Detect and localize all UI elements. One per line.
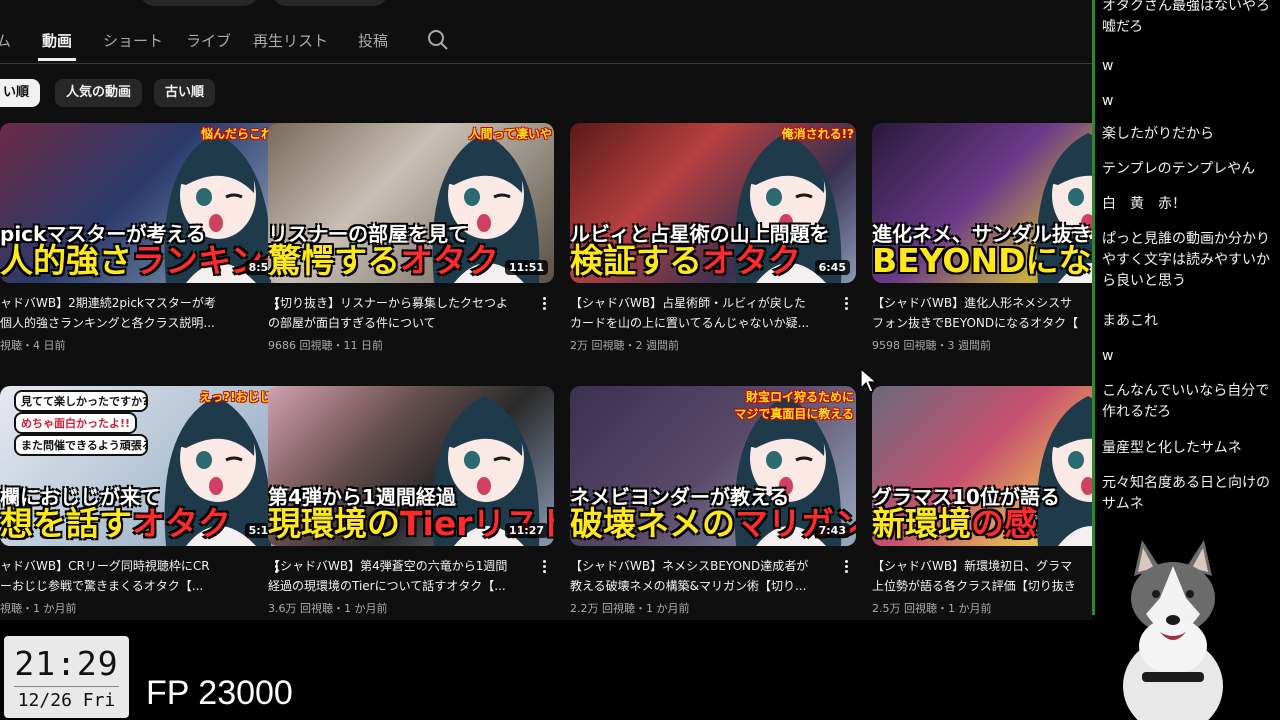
chat-message: w — [1102, 58, 1114, 74]
video-meta: 3.6万 回視聴・1 か月前 — [268, 602, 388, 615]
video-title[interactable]: 【シャドバWB】ネメシスBEYOND達成者が 教える破壊ネメの構築&マリガン術【… — [570, 556, 828, 596]
chat-message: w — [1102, 348, 1114, 364]
video-title[interactable]: 【シャドバWB】占星術師・ルビィが戻した カードを山の上に置いてるんじゃないか疑… — [570, 293, 828, 333]
thumbnail-caption-main: BEYONDになるオ — [872, 241, 1092, 281]
video-card[interactable]: 財宝ロイ狩るために マジで真面目に教える ネメビヨンダーが教える 破壊ネメのマリ… — [570, 386, 856, 616]
clock-widget: 21:29 12/26 Fri — [4, 636, 129, 718]
video-duration: 6:45 — [814, 260, 850, 275]
chip-sort-popular[interactable]: 人気の動画 — [55, 79, 143, 107]
video-meta: 9598 回視聴・3 週間前 — [872, 339, 991, 352]
speech-bubble: また問催できるよう頑張るっす!! — [14, 434, 148, 456]
caption-red: の感 — [971, 504, 1037, 543]
caption-yellow: 新環境 — [872, 504, 971, 543]
video-title[interactable]: ャドバWB】2期連続2pickマスターが考 個人的強さランキングと各クラス説明.… — [0, 293, 258, 333]
video-meta: 視聴・1 か月前 — [0, 602, 77, 615]
tab-posts[interactable]: 投稿 — [358, 30, 388, 51]
video-meta: 2万 回視聴・2 週間前 — [570, 339, 679, 352]
caption-red: オタク — [702, 241, 801, 280]
video-title[interactable]: 【シャドバWB】第4弾蒼空の六竜から1週間 経過の現環境のTierについて話すオ… — [268, 556, 526, 596]
thumbnail-tag: 俺消される!? — [781, 127, 854, 141]
chat-message: ぱっと見誰の動画か分かりやすく文字は読みやすいから良いと思う — [1102, 231, 1270, 289]
video-title[interactable]: 【シャドバWB】進化人形ネメシスサ フォン抜きでBEYONDになるオタク【 — [872, 293, 1092, 333]
chat-message: まあこれ — [1102, 313, 1158, 329]
caption-red: オタク — [400, 241, 499, 280]
caption-yellow: 想を話す — [0, 504, 132, 543]
thumbnail-caption-main: 想を話すオタク — [0, 504, 286, 544]
tab-shorts[interactable]: ショート — [103, 30, 163, 51]
fp-counter: FP 23000 — [146, 674, 293, 712]
video-meta: 9686 回視聴・11 日前 — [268, 339, 383, 352]
chat-message: こんなんでいいなら自分で作れるだろ — [1102, 383, 1270, 420]
chat-message: 量産型と化したサムネ — [1102, 440, 1242, 456]
thumbnail-tag: 財宝ロイ狩るために マジで真面目に教える — [734, 390, 854, 421]
video-title[interactable]: ャドバWB】CRリーグ同時視聴枠にCR ーおじじ参戦で驚きまくるオタク【... — [0, 556, 258, 596]
tab-videos[interactable]: 動画 — [42, 30, 72, 51]
more-options-icon[interactable] — [840, 558, 852, 578]
caption-yellow: 検証する — [570, 241, 702, 280]
chip-sort-oldest[interactable]: 古い順 — [154, 79, 216, 107]
video-thumbnail[interactable]: 俺消される!? ルビィと占星術の山上問題を 検証するオタク 6:45 — [570, 123, 856, 283]
video-thumbnail[interactable]: BEYOND 進化ネメ、サンダル抜き BEYONDになるオ — [872, 123, 1092, 283]
husky-avatar-image — [1123, 540, 1223, 720]
video-thumbnail[interactable]: 財宝ロイ狩るために マジで真面目に教える ネメビヨンダーが教える 破壊ネメのマリ… — [570, 386, 856, 546]
clock-divider — [14, 686, 119, 687]
video-title[interactable]: 【シャドバWB】新環境初日、グラマ 上位勢が語る各クラス評価【切り抜き — [872, 556, 1092, 596]
video-thumbnail[interactable]: グラマス10位が語る 新環境の感 — [872, 386, 1092, 546]
chat-message: テンプレのテンプレやん — [1102, 161, 1256, 177]
caption-red: オタク — [132, 504, 231, 543]
search-icon[interactable] — [426, 28, 450, 52]
thumbnail-caption-main: 破壊ネメのマリガン術 — [570, 504, 856, 544]
video-duration: 11:51 — [504, 260, 548, 275]
chat-message: w — [1102, 93, 1114, 109]
mouse-cursor-icon — [860, 368, 878, 393]
video-card[interactable]: グラマス10位が語る 新環境の感 【シャドバWB】新環境初日、グラマ 上位勢が語… — [872, 386, 1092, 616]
video-meta: 2.5万 回視聴・1 か月前 — [872, 602, 992, 615]
caption-yellow: 現環境の — [268, 504, 400, 543]
thumbnail-caption-main: 新環境の感 — [872, 504, 1092, 544]
channel-tabs: ム 動画 ショート ライブ 再生リスト 投稿 — [0, 0, 1092, 64]
thumbnail-caption-main: 検証するオタク — [570, 241, 856, 281]
tab-playlists[interactable]: 再生リスト — [253, 30, 328, 51]
video-card[interactable]: 人間って凄いや リスナーの部屋を見て 驚愕するオタク 11:51 【切り抜き】リ… — [268, 123, 554, 353]
video-duration: 11:27 — [504, 523, 548, 538]
chat-message: オタクさん最強はないやろ 嘘だろ — [1102, 0, 1270, 35]
caption-yellow: 人的強さ — [0, 241, 132, 280]
video-card[interactable]: えっ?!おじじ!? 欄におじじが来て 想を話すオタク 5:11 見てて楽しかった… — [0, 386, 286, 616]
caption-yellow: 驚愕する — [268, 241, 400, 280]
video-meta: 2.2万 回視聴・1 か月前 — [570, 602, 690, 615]
chat-message: 白 黄 赤！ — [1102, 196, 1186, 212]
video-thumbnail[interactable]: 第4弾から1週間経過 現環境のTierリスト 11:27 — [268, 386, 554, 546]
caption-yellow: 破壊ネメの — [570, 504, 735, 543]
video-card[interactable]: 俺消される!? ルビィと占星術の山上問題を 検証するオタク 6:45 【シャドバ… — [570, 123, 856, 353]
video-title[interactable]: 【切り抜き】リスナーから募集したクセつよ の部屋が面白すぎる件について — [268, 293, 526, 333]
tab-live[interactable]: ライブ — [186, 30, 231, 51]
chip-sort-newest[interactable]: い順 — [0, 79, 41, 107]
thumbnail-tag: 人間って凄いや — [468, 127, 552, 141]
video-card[interactable]: 第4弾から1週間経過 現環境のTierリスト 11:27 【シャドバWB】第4弾… — [268, 386, 554, 616]
tab-home[interactable]: ム — [0, 30, 11, 51]
video-meta: 視聴・4 日前 — [0, 339, 66, 352]
video-card[interactable]: 悩んだらこれ!! pickマスターが考える 人的強さランキング 8:56 ャドバ… — [0, 123, 286, 353]
clock-date: 12/26 Fri — [17, 690, 116, 711]
more-options-icon[interactable] — [840, 295, 852, 315]
video-thumbnail[interactable]: 人間って凄いや リスナーの部屋を見て 驚愕するオタク 11:51 — [268, 123, 554, 283]
active-tab-underline — [38, 58, 76, 61]
youtube-channel-panel: ム 動画 ショート ライブ 再生リスト 投稿 い順 人気の動画 古い順 悩んだら… — [0, 0, 1092, 620]
chat-border — [1092, 0, 1095, 615]
caption-yellow: BEYONDになる — [872, 241, 1092, 280]
speech-bubble: めちゃ面白かったよ!! — [14, 412, 138, 434]
video-duration: 7:43 — [814, 523, 850, 538]
more-options-icon[interactable] — [538, 295, 550, 315]
video-thumbnail[interactable]: えっ?!おじじ!? 欄におじじが来て 想を話すオタク 5:11 見てて楽しかった… — [0, 386, 286, 546]
thumbnail-caption-main: 人的強さランキング — [0, 241, 286, 281]
chat-message: 元々知名度ある日と向けのサムネ — [1102, 475, 1270, 512]
video-card[interactable]: BEYOND 進化ネメ、サンダル抜き BEYONDになるオ 【シャドバWB】進化… — [872, 123, 1092, 353]
video-thumbnail[interactable]: 悩んだらこれ!! pickマスターが考える 人的強さランキング 8:56 — [0, 123, 286, 283]
clock-time: 21:29 — [14, 644, 119, 683]
chat-message: 楽したがりだから — [1102, 126, 1214, 142]
speech-bubble: 見てて楽しかったですか? — [14, 390, 148, 412]
more-options-icon[interactable] — [538, 558, 550, 578]
